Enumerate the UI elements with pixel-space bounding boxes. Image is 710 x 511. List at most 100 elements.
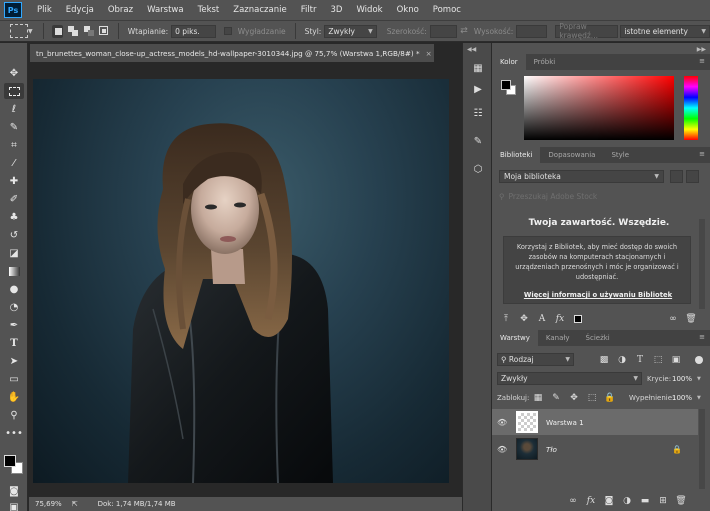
lock-all-icon[interactable]: 🔒 bbox=[604, 392, 616, 404]
marquee-preset-icon[interactable] bbox=[10, 24, 28, 38]
lock-artboard-icon[interactable]: ⬚ bbox=[586, 392, 598, 404]
collapse-panels-icon[interactable]: ▶▶ bbox=[697, 46, 706, 53]
adjustment-filter-icon[interactable]: ◑ bbox=[616, 354, 628, 366]
layer-name[interactable]: Tło bbox=[546, 445, 557, 454]
history-icon[interactable]: ▦ bbox=[470, 60, 486, 76]
tab-adjustments[interactable]: Dopasowania bbox=[540, 147, 603, 163]
actions-play-icon[interactable]: ▶ bbox=[470, 81, 486, 97]
panel-menu-icon[interactable]: ≡ bbox=[699, 150, 705, 158]
screen-mode-icon[interactable]: ▣ bbox=[4, 499, 24, 511]
eye-icon[interactable]: 👁 bbox=[497, 445, 513, 454]
antialias-checkbox[interactable] bbox=[224, 27, 232, 35]
menu-3d[interactable]: 3D bbox=[324, 5, 350, 15]
document-tab[interactable]: tn_brunettes_woman_close-up_actress_mode… bbox=[30, 44, 434, 62]
menu-file[interactable]: Plik bbox=[30, 5, 59, 15]
eyedropper-icon[interactable]: ⁄ bbox=[4, 155, 24, 171]
menu-window[interactable]: Okno bbox=[390, 5, 426, 15]
adjustment-layer-icon[interactable]: ◑ bbox=[621, 495, 633, 507]
chevron-down-icon[interactable]: ▼ bbox=[697, 395, 701, 401]
tab-styles[interactable]: Style bbox=[603, 147, 637, 163]
new-selection-icon[interactable] bbox=[51, 24, 64, 38]
blend-mode-select[interactable]: Zwykły ▼ bbox=[497, 372, 642, 385]
upload-icon[interactable]: ⤒ bbox=[500, 313, 512, 325]
filter-toggle-icon[interactable] bbox=[695, 356, 703, 364]
collapse-icon[interactable]: ◀◀ bbox=[467, 46, 476, 53]
stock-search[interactable]: ⚲ Przeszukaj Adobe Stock bbox=[499, 189, 704, 203]
add-text-icon[interactable]: A bbox=[536, 313, 548, 325]
new-layer-icon[interactable]: ⊞ bbox=[657, 495, 669, 507]
tab-layers[interactable]: Warstwy bbox=[492, 330, 538, 346]
menu-layer[interactable]: Warstwa bbox=[140, 5, 191, 15]
brush-preset-icon[interactable]: ✎ bbox=[470, 133, 486, 149]
quick-selection-icon[interactable]: ✎ bbox=[4, 119, 24, 135]
panel-menu-icon[interactable]: ≡ bbox=[699, 333, 705, 341]
menu-select[interactable]: Zaznaczanie bbox=[226, 5, 293, 15]
width-input[interactable] bbox=[429, 24, 458, 38]
close-icon[interactable]: × bbox=[426, 49, 432, 58]
tab-libraries[interactable]: Biblioteki bbox=[492, 147, 541, 163]
grid-view-icon[interactable] bbox=[670, 170, 683, 183]
zoom-tool-icon[interactable]: ⚲ bbox=[4, 407, 24, 423]
menu-view[interactable]: Widok bbox=[349, 5, 389, 15]
swap-icon[interactable]: ⇄ bbox=[460, 26, 468, 36]
hue-slider[interactable] bbox=[684, 76, 698, 140]
tab-paths[interactable]: Ścieżki bbox=[578, 330, 618, 346]
tab-color[interactable]: Kolor bbox=[492, 54, 526, 70]
layer-mask-icon[interactable]: ◙ bbox=[603, 495, 615, 507]
3d-cube-icon[interactable]: ⬡ bbox=[470, 161, 486, 177]
delete-layer-icon[interactable]: 🗑 bbox=[675, 495, 687, 507]
height-input[interactable] bbox=[516, 24, 548, 38]
color-field[interactable] bbox=[524, 76, 674, 140]
quick-mask-icon[interactable]: ◙ bbox=[4, 483, 24, 499]
dodge-tool-icon[interactable]: ◔ bbox=[4, 299, 24, 315]
add-fx-icon[interactable]: fx bbox=[554, 313, 566, 325]
menu-type[interactable]: Tekst bbox=[191, 5, 227, 15]
menu-filter[interactable]: Filtr bbox=[294, 5, 324, 15]
pen-tool-icon[interactable]: ✒ bbox=[4, 317, 24, 333]
add-selection-icon[interactable] bbox=[67, 25, 79, 38]
workspace-select[interactable]: istotne elementy ▼ bbox=[620, 24, 710, 38]
brush-tool-icon[interactable]: ✐ bbox=[4, 191, 24, 207]
library-select[interactable]: Moja biblioteka ▼ bbox=[499, 170, 664, 183]
rectangular-marquee-icon[interactable] bbox=[4, 83, 24, 99]
chevron-down-icon[interactable]: ▼ bbox=[28, 28, 37, 35]
share-icon[interactable]: ⇱ bbox=[72, 500, 78, 508]
layer-name[interactable]: Warstwa 1 bbox=[546, 418, 584, 427]
type-filter-icon[interactable]: T bbox=[634, 354, 646, 366]
layer-style-icon[interactable]: fx bbox=[585, 495, 597, 507]
opacity-value[interactable]: 100% bbox=[672, 375, 692, 383]
menu-edit[interactable]: Edycja bbox=[59, 5, 101, 15]
layer-filter-select[interactable]: ⚲ Rodzaj ▼ bbox=[497, 353, 574, 366]
new-group-icon[interactable]: ▬ bbox=[639, 495, 651, 507]
foreground-color-swatch[interactable] bbox=[4, 455, 16, 467]
eraser-tool-icon[interactable]: ◪ bbox=[4, 245, 24, 261]
link-layers-icon[interactable]: ∞ bbox=[567, 495, 579, 507]
layers-scrollbar[interactable] bbox=[699, 409, 705, 489]
rectangle-tool-icon[interactable]: ▭ bbox=[4, 371, 24, 387]
type-tool-icon[interactable]: T bbox=[4, 335, 24, 351]
add-graphic-icon[interactable]: ✥ bbox=[518, 313, 530, 325]
lasso-tool-icon[interactable]: ℓ bbox=[4, 101, 24, 117]
lock-position-icon[interactable]: ✥ bbox=[568, 392, 580, 404]
pixel-filter-icon[interactable]: ▩ bbox=[598, 354, 610, 366]
libraries-scrollbar[interactable] bbox=[699, 219, 705, 309]
history-brush-icon[interactable]: ↺ bbox=[4, 227, 24, 243]
zoom-level[interactable]: 75,69% bbox=[35, 500, 62, 508]
more-tools-icon[interactable]: ••• bbox=[4, 425, 24, 441]
subtract-selection-icon[interactable] bbox=[83, 25, 95, 38]
properties-icon[interactable]: ☷ bbox=[470, 105, 486, 121]
libraries-learn-more-link[interactable]: Więcej informacji o używaniu Bibliotek bbox=[504, 291, 692, 299]
healing-brush-icon[interactable]: ✚ bbox=[4, 173, 24, 189]
document-canvas[interactable] bbox=[33, 79, 449, 483]
chevron-down-icon[interactable]: ▼ bbox=[697, 376, 701, 382]
photoshop-logo-icon[interactable]: Ps bbox=[4, 2, 22, 18]
smart-object-filter-icon[interactable]: ▣ bbox=[670, 354, 682, 366]
lock-pixels-icon[interactable]: ✎ bbox=[550, 392, 562, 404]
foreground-swatch[interactable] bbox=[501, 80, 511, 90]
add-color-icon[interactable] bbox=[572, 313, 584, 325]
menu-help[interactable]: Pomoc bbox=[426, 5, 468, 15]
refine-edge-button[interactable]: Popraw krawędź... bbox=[555, 22, 619, 40]
trash-icon[interactable]: 🗑 bbox=[685, 313, 697, 325]
tab-swatches[interactable]: Próbki bbox=[526, 54, 564, 70]
path-selection-icon[interactable]: ➤ bbox=[4, 353, 24, 369]
